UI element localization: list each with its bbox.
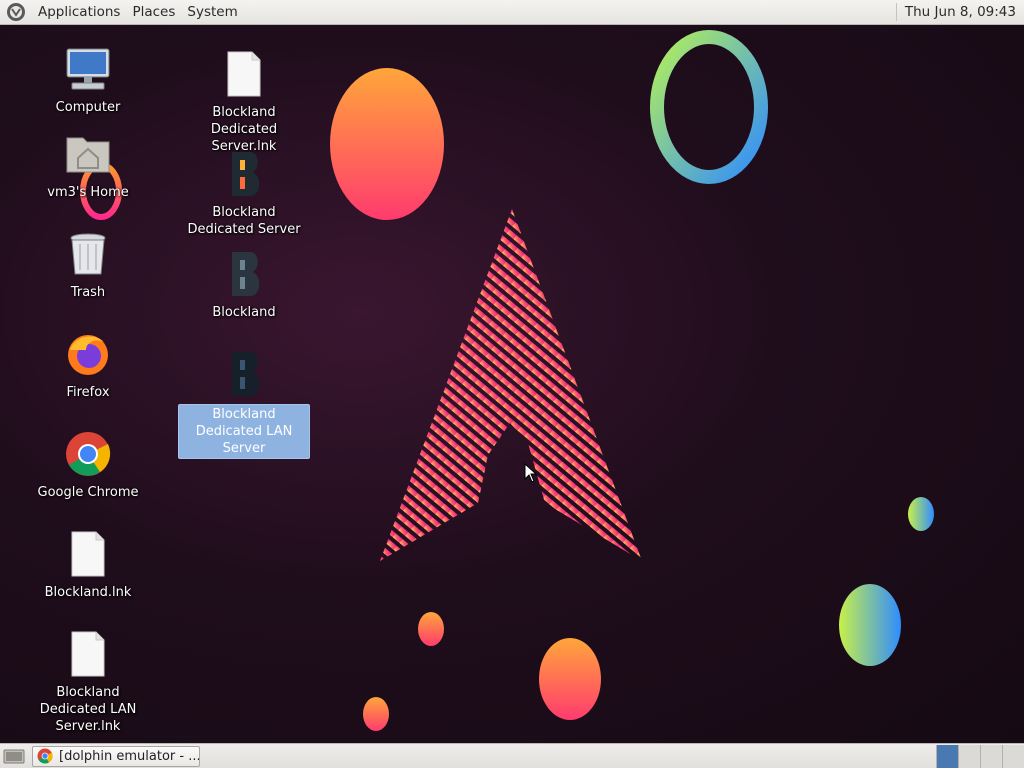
- panel-separator: [895, 3, 897, 21]
- firefox-icon: [68, 335, 108, 375]
- workspace-3[interactable]: [980, 745, 1002, 768]
- desktop-icon-blockland-lnk[interactable]: Blockland.lnk: [22, 530, 154, 601]
- taskbar-window-button[interactable]: [dolphin emulator - ...: [32, 745, 200, 767]
- desktop-icon-label: Trash: [70, 285, 106, 300]
- desktop-icon-blockland-lan-server-lnk[interactable]: Blockland Dedicated LAN Server.lnk: [22, 630, 154, 735]
- file-icon: [71, 631, 105, 677]
- file-icon: [227, 51, 261, 97]
- menu-places[interactable]: Places: [126, 0, 181, 25]
- desktop-icon-label: Google Chrome: [37, 485, 139, 500]
- desktop-icon-home[interactable]: vm3's Home: [22, 130, 154, 201]
- desktop-icon-label: Computer: [55, 100, 121, 115]
- blockland-icon: [232, 152, 260, 196]
- computer-icon: [66, 48, 110, 90]
- desktop-icon-blockland-dedicated-server[interactable]: Blockland Dedicated Server: [178, 150, 310, 238]
- show-desktop-icon[interactable]: [2, 746, 26, 766]
- home-folder-icon: [66, 137, 110, 173]
- mouse-cursor-icon: [524, 463, 538, 483]
- workspace-switcher: [936, 745, 1024, 768]
- desktop[interactable]: Computer vm3's Home Trash Firefox Google…: [0, 25, 1024, 743]
- desktop-icon-trash[interactable]: Trash: [22, 230, 154, 301]
- blockland-icon: [232, 252, 260, 296]
- desktop-icon-label: Firefox: [66, 385, 110, 400]
- mate-logo-icon[interactable]: [5, 1, 27, 23]
- desktop-icon-computer[interactable]: Computer: [22, 45, 154, 116]
- top-panel: Applications Places System Thu Jun 8, 09…: [0, 0, 1024, 25]
- bottom-panel: [dolphin emulator - ...: [0, 743, 1024, 768]
- desktop-icon-label: Blockland Dedicated Server: [187, 205, 301, 237]
- file-icon: [71, 531, 105, 577]
- desktop-icon-label: vm3's Home: [47, 185, 129, 200]
- blockland-icon: [232, 352, 260, 396]
- desktop-icon-label: Blockland.lnk: [44, 585, 132, 600]
- desktop-icon-blockland[interactable]: Blockland: [178, 250, 310, 321]
- workspace-2[interactable]: [958, 745, 980, 768]
- desktop-icon-label: Blockland: [212, 305, 276, 320]
- desktop-icon-firefox[interactable]: Firefox: [22, 330, 154, 401]
- desktop-icon-chrome[interactable]: Google Chrome: [22, 430, 154, 501]
- desktop-icon-label: Blockland Dedicated LAN Server: [178, 404, 310, 459]
- chrome-icon: [66, 432, 111, 476]
- workspace-1[interactable]: [936, 745, 958, 768]
- taskbar-window-label: [dolphin emulator - ...: [59, 748, 200, 764]
- workspace-4[interactable]: [1002, 745, 1024, 768]
- menu-system[interactable]: System: [181, 0, 243, 25]
- clock[interactable]: Thu Jun 8, 09:43: [905, 4, 1024, 20]
- desktop-icon-label: Blockland Dedicated Server.lnk: [210, 105, 278, 154]
- desktop-icon-blockland-lan-server[interactable]: Blockland Dedicated LAN Server: [178, 350, 310, 459]
- trash-icon: [70, 233, 106, 275]
- chrome-icon: [37, 748, 53, 764]
- menu-applications[interactable]: Applications: [32, 0, 126, 25]
- desktop-icon-label: Blockland Dedicated LAN Server.lnk: [39, 685, 137, 734]
- desktop-icon-blockland-dedicated-server-lnk[interactable]: Blockland Dedicated Server.lnk: [178, 50, 310, 155]
